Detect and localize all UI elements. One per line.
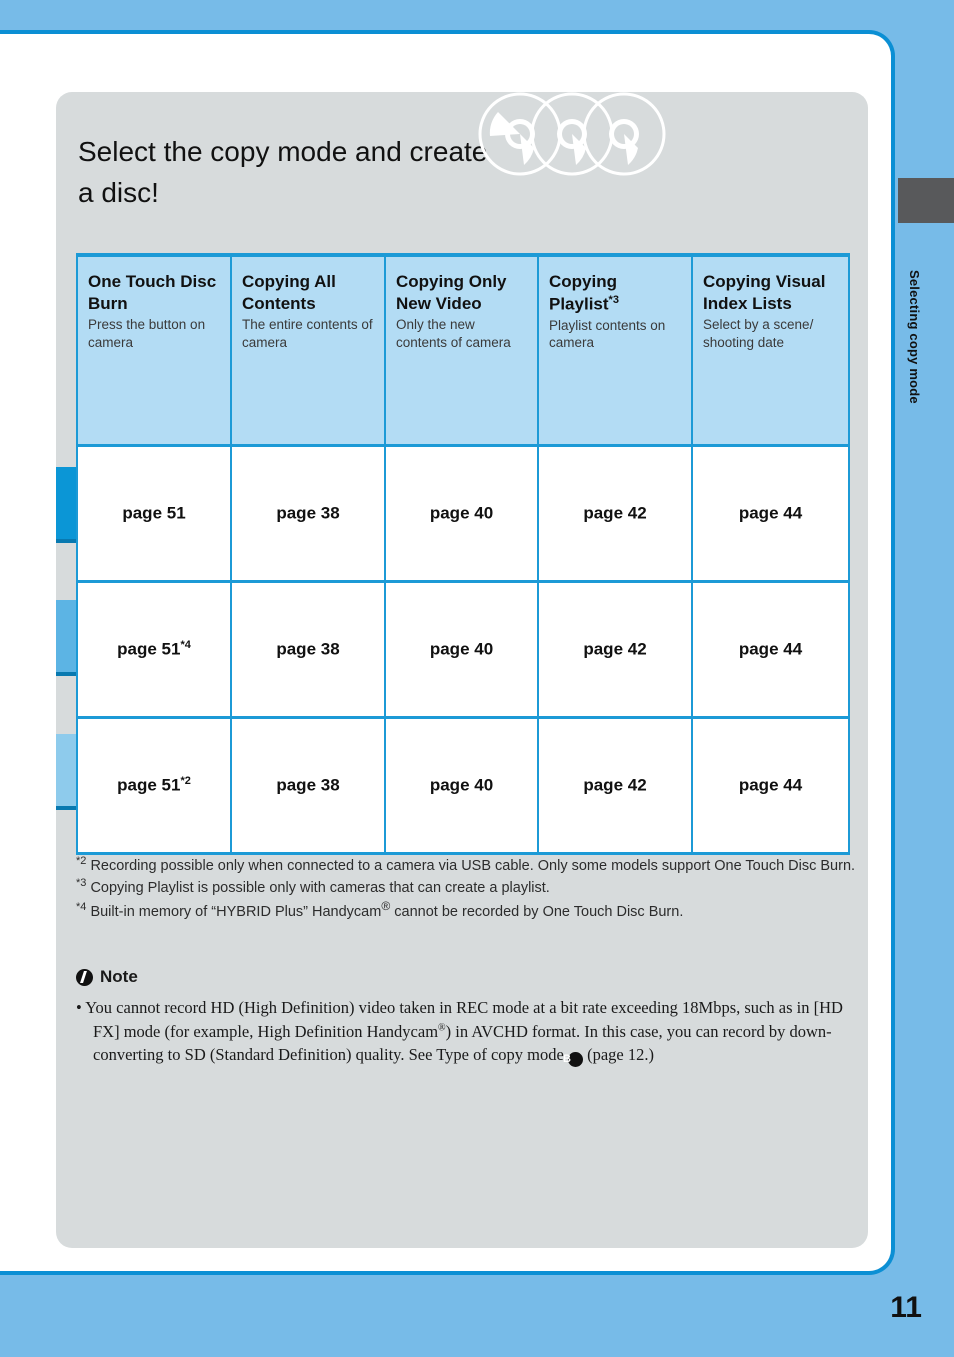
note-block: Note • You cannot record HD (High Defini… — [76, 967, 866, 1068]
column-title: One Touch Disc Burn — [88, 272, 217, 314]
column-subtitle: Select by a scene/ shooting date — [703, 317, 814, 350]
table-cell-page-reference[interactable]: page 51 — [76, 445, 232, 583]
table-column-header-copying-playlist: Copying Playlist*3 Playlist contents on … — [537, 255, 693, 445]
table-column-header-copying-only-new-video: Copying Only New Video Only the new cont… — [384, 255, 539, 445]
side-tab-label: Selecting copy mode — [907, 270, 922, 404]
note-body: • You cannot record HD (High Definition)… — [76, 996, 866, 1068]
note-exclamation-icon — [76, 968, 93, 986]
page-reference-text: page 51 — [117, 639, 181, 659]
page-reference-text: page 51 — [117, 775, 181, 795]
column-subtitle: The entire contents of camera — [242, 317, 373, 350]
three-overlapping-discs-icon — [478, 92, 666, 176]
column-title-text: Copying Playlist — [549, 272, 617, 314]
note-text-part-3: (page 12.) — [582, 1045, 654, 1065]
page-reference-text: page 51 — [122, 503, 186, 523]
column-subtitle: Press the button on camera — [88, 317, 206, 350]
table-cell-page-reference[interactable]: page 44 — [691, 445, 850, 583]
column-subtitle: Only the new contents of camera — [396, 317, 511, 350]
table-cell-page-reference[interactable]: page 38 — [230, 445, 386, 583]
page-reference-text: page 40 — [429, 639, 494, 659]
note-heading-label: Note — [100, 967, 138, 986]
registered-mark: ® — [381, 898, 391, 913]
copy-mode-table: One Touch Disc Burn Press the button on … — [76, 253, 850, 855]
column-title-footnote-mark: *3 — [608, 294, 619, 307]
registered-mark: ® — [438, 1022, 446, 1034]
page-reference-footnote-mark: *4 — [180, 638, 191, 651]
column-title: Copying Only New Video — [396, 272, 507, 314]
table-row: page 51 page 38 page 40 page 42 page 44 — [76, 445, 850, 583]
table-cell-page-reference[interactable]: page 51*2 — [76, 717, 232, 855]
copy-mode-badge-b: B — [563, 1052, 583, 1068]
footnote-mark: *4 — [76, 900, 87, 913]
table-cell-page-reference[interactable]: page 44 — [691, 581, 850, 719]
table-row: page 51*4 page 38 page 40 page 42 page 4… — [76, 581, 850, 719]
column-title: Copying Playlist*3 — [549, 271, 681, 316]
page-reference-text: page 44 — [738, 639, 803, 659]
footnote-4: *4 Built-in memory of “HYBRID Plus” Hand… — [76, 898, 866, 922]
page-reference-text: page 38 — [276, 775, 340, 795]
page-reference-text: page 42 — [583, 639, 647, 659]
footnotes: *2 Recording possible only when connecte… — [76, 854, 866, 921]
table-cell-page-reference[interactable]: page 42 — [537, 717, 693, 855]
footnote-text: Built-in memory of “HYBRID Plus” Handyca… — [90, 903, 382, 920]
side-tab-marker — [898, 178, 954, 223]
table-cell-page-reference[interactable]: page 40 — [384, 717, 539, 855]
table-cell-page-reference[interactable]: page 40 — [384, 445, 539, 583]
page-reference-text: page 40 — [429, 775, 494, 795]
table-header-row: One Touch Disc Burn Press the button on … — [76, 255, 850, 445]
table-cell-page-reference[interactable]: page 38 — [230, 581, 386, 719]
table-column-header-one-touch-disc-burn: One Touch Disc Burn Press the button on … — [76, 255, 232, 445]
page-reference-text: page 42 — [583, 503, 647, 523]
footnote-text: Recording possible only when connected t… — [90, 857, 856, 874]
footnote-text: Copying Playlist is possible only with c… — [90, 879, 550, 896]
table-cell-page-reference[interactable]: page 42 — [537, 581, 693, 719]
table-cell-page-reference[interactable]: page 51*4 — [76, 581, 232, 719]
page-reference-text: page 42 — [583, 775, 647, 795]
table-cell-page-reference[interactable]: page 44 — [691, 717, 850, 855]
page-reference-text: page 38 — [276, 639, 340, 659]
table-cell-page-reference[interactable]: page 40 — [384, 581, 539, 719]
table-cell-page-reference[interactable]: page 42 — [537, 445, 693, 583]
table-column-header-copying-visual-index-lists: Copying Visual Index Lists Select by a s… — [691, 255, 850, 445]
page-reference-text: page 38 — [276, 503, 340, 523]
column-title: Copying All Contents — [242, 272, 336, 314]
page-reference-footnote-mark: *2 — [180, 774, 191, 787]
page-reference-text: page 44 — [738, 775, 803, 795]
footnote-2: *2 Recording possible only when connecte… — [76, 854, 866, 876]
page-title: Select the copy mode and create a disc! — [78, 135, 488, 209]
footnote-mark: *2 — [76, 855, 87, 867]
column-title: Copying Visual Index Lists — [703, 272, 826, 314]
note-heading: Note — [76, 967, 866, 987]
page-reference-text: page 40 — [429, 503, 494, 523]
table-row: page 51*2 page 38 page 40 page 42 page 4… — [76, 717, 850, 855]
table-column-header-copying-all-contents: Copying All Contents The entire contents… — [230, 255, 386, 445]
footnote-3: *3 Copying Playlist is possible only wit… — [76, 876, 866, 898]
note-bullet: • — [76, 998, 82, 1017]
content-card: Select the copy mode and create a disc! — [56, 92, 868, 1248]
table-cell-page-reference[interactable]: page 38 — [230, 717, 386, 855]
page-number: 11 — [890, 1291, 922, 1324]
page-reference-text: page 44 — [738, 503, 803, 523]
footnote-text-tail: cannot be recorded by One Touch Disc Bur… — [390, 903, 684, 920]
footnote-mark: *3 — [76, 876, 87, 889]
column-subtitle: Playlist contents on camera — [549, 317, 666, 351]
